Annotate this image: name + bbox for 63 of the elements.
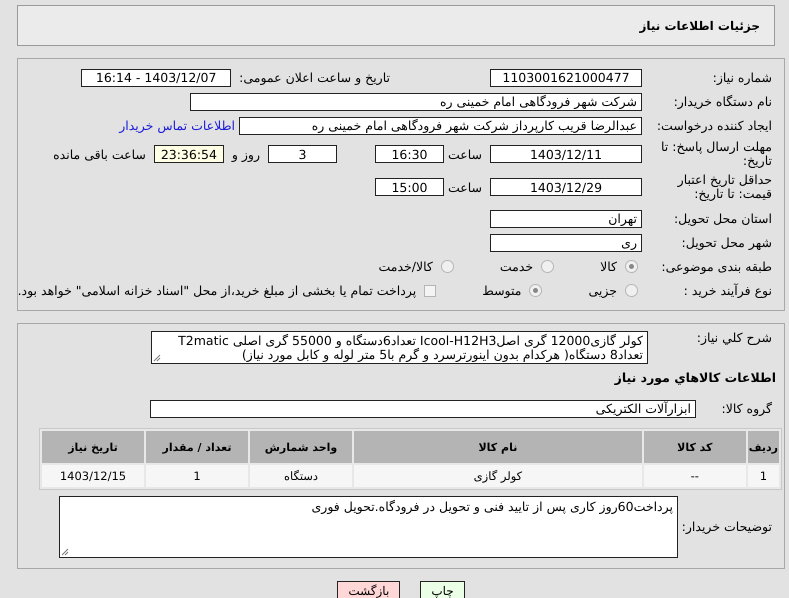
table-cell: دستگاه [250, 465, 352, 487]
column-header: ردیف [748, 431, 779, 463]
field-label: ساعت باقی مانده [53, 146, 146, 162]
back-button[interactable]: بازگشت [337, 581, 400, 598]
page-title: جزئیات اطلاعات نیاز [639, 18, 760, 32]
city-field: ری [490, 234, 642, 252]
field-label: گروه کالا: [720, 402, 773, 416]
field-label: روز و [232, 146, 260, 162]
field-label: نوع فرآیند خرید : [682, 284, 773, 298]
date-field: 1403/12/11 [490, 145, 642, 163]
table-cell: 1403/12/15 [42, 465, 144, 487]
column-header: تاریخ نیاز [42, 431, 144, 463]
field-label: شهر محل تحویل: [680, 236, 773, 250]
field-label: طبقه بندی موضوعی: [660, 260, 773, 274]
radio-button[interactable] [529, 284, 542, 297]
need-number-field: 1103001621000477 [490, 68, 642, 86]
table-cell: کولر گازی [354, 465, 642, 487]
field-label: حداقل تاریخ اعتبار قیمت: تا تاریخ: [676, 173, 773, 201]
radio-label: خدمت [500, 259, 534, 274]
column-header: تعداد / مقدار [146, 431, 248, 463]
buyer-field: شرکت شهر فرودگاهی امام خمینی ره [190, 92, 642, 110]
resize-grip-icon[interactable] [153, 354, 161, 362]
section-title: اطلاعات کالاهاي مورد نیاز [614, 370, 776, 385]
table-cell: 1 [146, 465, 248, 487]
field-label: ساعت [450, 180, 482, 194]
radio-button[interactable] [625, 284, 638, 297]
radio-label: جزیی [588, 283, 617, 298]
column-header: واحد شمارش [250, 431, 352, 463]
checkbox[interactable] [424, 284, 436, 296]
column-header: کد کالا [644, 431, 746, 463]
province-field: تهران [490, 210, 642, 228]
radio-button[interactable] [541, 260, 554, 273]
requester-field: عبدالرضا قریب کارپرداز شرکت شهر فرودگاهی امام خمینی ره [239, 116, 642, 134]
print-button[interactable]: چاپ [420, 581, 465, 598]
remaining-time-field: 23:36:54 [154, 145, 224, 163]
days-field: 3 [268, 145, 337, 163]
field-label: توضیحات خریدار: [680, 520, 773, 534]
field-label: ساعت [450, 146, 482, 162]
time-field: 16:30 [375, 145, 444, 163]
table-cell: 1 [748, 465, 779, 487]
field-label: استان محل تحویل: [672, 212, 773, 226]
checkbox-label: پرداخت تمام یا بخشی از مبلغ خرید،از محل "اسناد خزانه اسلامی" خواهد بود. [18, 283, 416, 298]
radio-label: کالا/خدمت [378, 259, 433, 274]
field-label: نام دستگاه خریدار: [672, 94, 773, 108]
field-label: تاریخ و ساعت اعلان عمومی: [239, 70, 390, 85]
radio-label: کالا [600, 259, 617, 274]
goods-group-field: ابزارآلات الکتریکی [150, 400, 696, 418]
radio-button[interactable] [440, 260, 454, 273]
announce-date-field: 1403/12/07 - 16:14 [81, 68, 232, 86]
table-cell: -- [644, 465, 746, 487]
column-header: نام کالا [354, 431, 642, 463]
radio-button[interactable] [625, 260, 638, 273]
radio-label: متوسط [482, 283, 522, 298]
field-label: مهلت ارسال پاسخ: تا تاریخ: [660, 140, 773, 168]
date-field: 1403/12/29 [490, 178, 642, 196]
time-field: 15:00 [375, 178, 444, 196]
resize-grip-icon[interactable] [61, 548, 69, 556]
field-label: ایجاد کننده درخواست: [656, 118, 773, 132]
field-label: شماره نیاز: [712, 70, 773, 84]
field-label: شرح کلي نیاز: [696, 331, 773, 345]
contact-link[interactable]: اطلاعات تماس خریدار [119, 118, 235, 133]
description-field: کولر گازی12000 گری اصلIcool-H12H3 تعداد6دستگاه و 55000 گری اصلی T2matic تعداد8 دستگاه( هرکدام بدون اینورترسرد و گرم با5 متر لوله و کابل مورد نیاز) [151, 331, 648, 364]
buyer-notes-field: پرداخت60روز کاری پس از تایید فنی و تحویل در فرودگاه.تحویل فوری [59, 496, 678, 558]
